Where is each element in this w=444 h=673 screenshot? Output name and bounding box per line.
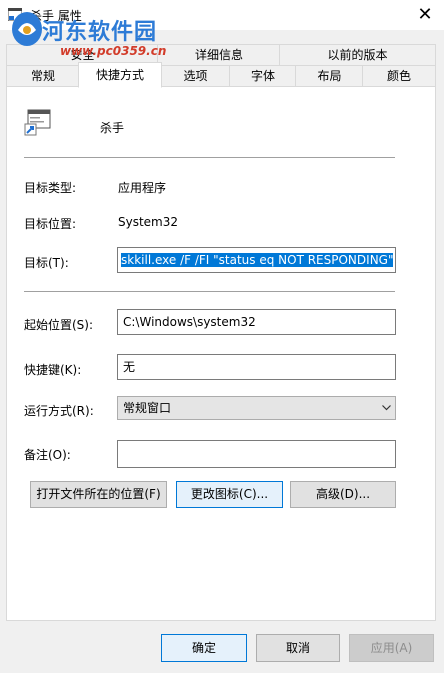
tab-options[interactable]: 选项 <box>160 65 231 87</box>
tab-label: 字体 <box>250 69 275 83</box>
tab-font[interactable]: 字体 <box>229 65 297 87</box>
run-select[interactable]: 常规窗口 <box>117 396 396 420</box>
button-label: 打开文件所在的位置(F) <box>36 487 161 501</box>
start-in-input[interactable]: C:\Windows\system32 <box>117 309 396 335</box>
comment-label: 备注(O): <box>24 448 71 462</box>
target-type-label: 目标类型: <box>24 181 77 195</box>
advanced-button[interactable]: 高级(D)... <box>290 481 396 508</box>
start-in-input-value: C:\Windows\system32 <box>123 315 256 329</box>
window-icon <box>7 7 23 22</box>
ok-button[interactable]: 确定 <box>161 634 247 662</box>
button-label: 更改图标(C)... <box>190 487 269 501</box>
chevron-down-icon <box>382 405 391 411</box>
run-label: 运行方式(R): <box>24 404 94 418</box>
open-file-location-button[interactable]: 打开文件所在的位置(F) <box>30 481 167 508</box>
watermark-name: 河东软件园 <box>42 20 158 45</box>
change-icon-button[interactable]: 更改图标(C)... <box>176 481 283 508</box>
close-icon: ✕ <box>417 4 433 25</box>
button-label: 确定 <box>191 641 216 655</box>
comment-input[interactable] <box>117 440 396 468</box>
separator <box>24 157 395 158</box>
tab-label: 常规 <box>30 69 55 83</box>
target-location-label: 目标位置: <box>24 217 77 231</box>
tab-label: 选项 <box>183 69 208 83</box>
separator <box>24 291 395 292</box>
tab-label: 快捷方式 <box>95 68 144 82</box>
tab-shortcut[interactable]: 快捷方式 <box>78 62 162 88</box>
tab-label: 以前的版本 <box>327 48 388 62</box>
run-select-value: 常规窗口 <box>123 401 172 415</box>
start-in-label: 起始位置(S): <box>24 318 94 332</box>
target-input[interactable]: skkill.exe /F /FI "status eq NOT RESPOND… <box>117 247 396 273</box>
hotkey-label: 快捷键(K): <box>24 363 82 377</box>
button-label: 应用(A) <box>370 641 413 655</box>
target-input-value: skkill.exe /F /FI "status eq NOT RESPOND… <box>121 253 394 267</box>
tab-previous-versions[interactable]: 以前的版本 <box>279 44 436 66</box>
apply-button[interactable]: 应用(A) <box>349 634 434 662</box>
shortcut-name: 杀手 <box>100 121 125 135</box>
target-location-value: System32 <box>118 215 179 229</box>
tab-label: 布局 <box>317 69 342 83</box>
tab-layout[interactable]: 布局 <box>295 65 364 87</box>
hotkey-input-value: 无 <box>123 360 136 374</box>
target-type-value: 应用程序 <box>118 181 167 195</box>
cancel-button[interactable]: 取消 <box>256 634 340 662</box>
tab-label: 颜色 <box>386 69 411 83</box>
shortcut-icon <box>24 108 54 138</box>
tab-label: 详细信息 <box>194 48 243 62</box>
button-label: 取消 <box>285 641 310 655</box>
button-label: 高级(D)... <box>315 487 371 501</box>
target-label: 目标(T): <box>24 256 69 270</box>
tab-colors[interactable]: 颜色 <box>362 65 436 87</box>
watermark-url: www.pc0359.cn <box>60 44 167 58</box>
close-button[interactable]: ✕ <box>412 3 438 27</box>
hotkey-input[interactable]: 无 <box>117 354 396 380</box>
tab-details[interactable]: 详细信息 <box>157 44 281 66</box>
tab-general[interactable]: 常规 <box>6 65 80 87</box>
